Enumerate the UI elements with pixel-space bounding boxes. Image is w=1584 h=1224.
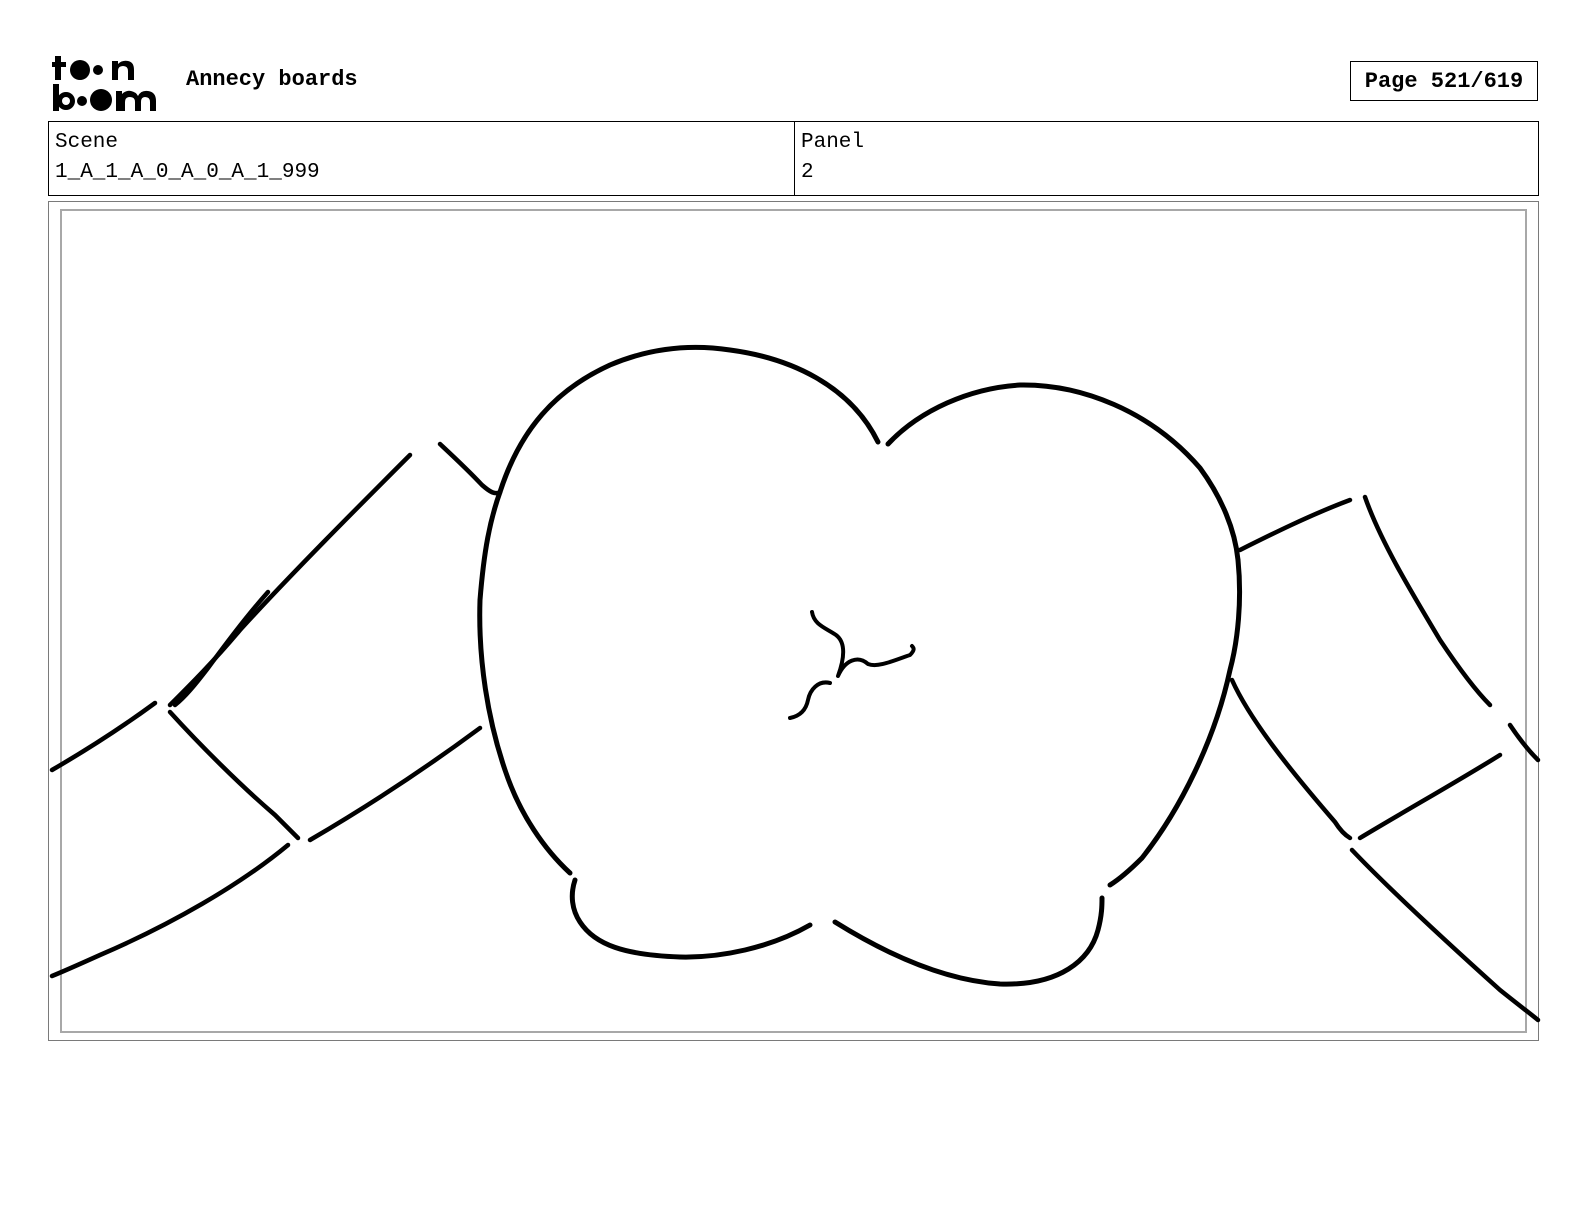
right-arm [1229, 494, 1541, 1023]
apple-stem [788, 610, 916, 720]
apple-outline [477, 344, 1243, 987]
left-arm [49, 441, 503, 979]
storyboard-sketch-apple-icon [49, 344, 1541, 1023]
